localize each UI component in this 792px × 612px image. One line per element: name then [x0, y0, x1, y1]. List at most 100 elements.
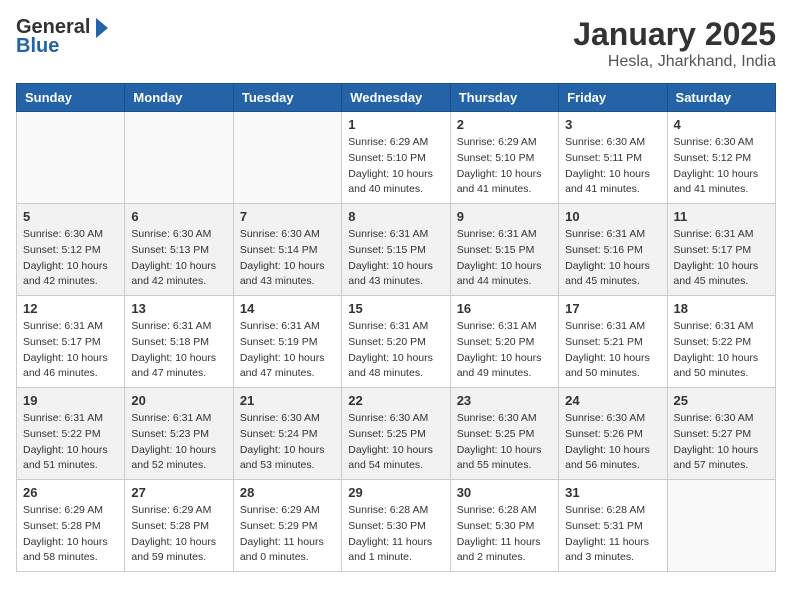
weekday-header-saturday: Saturday: [667, 84, 775, 112]
weekday-header-tuesday: Tuesday: [233, 84, 341, 112]
weekday-header-wednesday: Wednesday: [342, 84, 450, 112]
weekday-header-monday: Monday: [125, 84, 233, 112]
calendar-day-cell: 3 Sunrise: 6:30 AM Sunset: 5:11 PM Daylig…: [559, 112, 667, 204]
day-number: 22: [348, 393, 443, 408]
calendar-day-cell: 20 Sunrise: 6:31 AM Sunset: 5:23 PM Dayli…: [125, 388, 233, 480]
day-number: 10: [565, 209, 660, 224]
calendar-day-cell: 23Sunrise: 6:30 AM Sunset: 5:25 PM Dayli…: [450, 388, 558, 480]
calendar-day-cell: 10 Sunrise: 6:31 AM Sunset: 5:16 PM Dayli…: [559, 204, 667, 296]
month-title: January 2025: [573, 16, 776, 53]
day-number: 3: [565, 117, 660, 132]
calendar-day-cell: 7 Sunrise: 6:30 AM Sunset: 5:14 PM Daylig…: [233, 204, 341, 296]
calendar-table: SundayMondayTuesdayWednesdayThursdayFrid…: [16, 83, 776, 572]
calendar-day-cell: [233, 112, 341, 204]
day-number: 2: [457, 117, 552, 132]
day-info: Sunrise: 6:30 AM Sunset: 5:11 PM Dayligh…: [565, 135, 660, 198]
calendar-day-cell: 2 Sunrise: 6:29 AM Sunset: 5:10 PM Daylig…: [450, 112, 558, 204]
day-info: Sunrise: 6:31 AM Sunset: 5:19 PM Dayligh…: [240, 319, 335, 382]
calendar-day-cell: 30Sunrise: 6:28 AM Sunset: 5:30 PM Dayli…: [450, 480, 558, 572]
day-number: 11: [674, 209, 769, 224]
day-number: 31: [565, 485, 660, 500]
day-info: Sunrise: 6:29 AM Sunset: 5:29 PM Dayligh…: [240, 503, 335, 566]
day-info: Sunrise: 6:30 AM Sunset: 5:26 PM Dayligh…: [565, 411, 660, 474]
day-info: Sunrise: 6:29 AM Sunset: 5:28 PM Dayligh…: [131, 503, 226, 566]
calendar-week-row: 19 Sunrise: 6:31 AM Sunset: 5:22 PM Dayli…: [17, 388, 776, 480]
day-number: 15: [348, 301, 443, 316]
calendar-day-cell: 15Sunrise: 6:31 AM Sunset: 5:20 PM Dayli…: [342, 296, 450, 388]
calendar-day-cell: 8 Sunrise: 6:31 AM Sunset: 5:15 PM Daylig…: [342, 204, 450, 296]
day-info: Sunrise: 6:30 AM Sunset: 5:25 PM Dayligh…: [348, 411, 443, 474]
calendar-day-cell: 12 Sunrise: 6:31 AM Sunset: 5:17 PM Dayli…: [17, 296, 125, 388]
calendar-day-cell: 18Sunrise: 6:31 AM Sunset: 5:22 PM Dayli…: [667, 296, 775, 388]
calendar-day-cell: 13Sunrise: 6:31 AM Sunset: 5:18 PM Dayli…: [125, 296, 233, 388]
day-number: 19: [23, 393, 118, 408]
day-number: 1: [348, 117, 443, 132]
day-info: Sunrise: 6:30 AM Sunset: 5:12 PM Dayligh…: [23, 227, 118, 290]
day-number: 20: [131, 393, 226, 408]
calendar-day-cell: 1 Sunrise: 6:29 AM Sunset: 5:10 PM Daylig…: [342, 112, 450, 204]
day-number: 25: [674, 393, 769, 408]
day-info: Sunrise: 6:30 AM Sunset: 5:14 PM Dayligh…: [240, 227, 335, 290]
calendar-day-cell: 29 Sunrise: 6:28 AM Sunset: 5:30 PM Dayli…: [342, 480, 450, 572]
day-number: 17: [565, 301, 660, 316]
calendar-day-cell: 26 Sunrise: 6:29 AM Sunset: 5:28 PM Dayli…: [17, 480, 125, 572]
day-number: 23: [457, 393, 552, 408]
calendar-day-cell: 14 Sunrise: 6:31 AM Sunset: 5:19 PM Dayli…: [233, 296, 341, 388]
calendar-week-row: 26 Sunrise: 6:29 AM Sunset: 5:28 PM Dayli…: [17, 480, 776, 572]
day-info: Sunrise: 6:30 AM Sunset: 5:13 PM Dayligh…: [131, 227, 226, 290]
calendar-week-row: 12 Sunrise: 6:31 AM Sunset: 5:17 PM Dayli…: [17, 296, 776, 388]
day-info: Sunrise: 6:31 AM Sunset: 5:21 PM Dayligh…: [565, 319, 660, 382]
calendar-day-cell: 31 Sunrise: 6:28 AM Sunset: 5:31 PM Dayli…: [559, 480, 667, 572]
calendar-day-cell: 22 Sunrise: 6:30 AM Sunset: 5:25 PM Dayli…: [342, 388, 450, 480]
calendar-day-cell: 25 Sunrise: 6:30 AM Sunset: 5:27 PM Dayli…: [667, 388, 775, 480]
day-info: Sunrise: 6:31 AM Sunset: 5:15 PM Dayligh…: [348, 227, 443, 290]
day-info: Sunrise: 6:29 AM Sunset: 5:28 PM Dayligh…: [23, 503, 118, 566]
day-number: 4: [674, 117, 769, 132]
day-info: Sunrise: 6:31 AM Sunset: 5:22 PM Dayligh…: [23, 411, 118, 474]
calendar-day-cell: 6 Sunrise: 6:30 AM Sunset: 5:13 PM Daylig…: [125, 204, 233, 296]
logo-arrow-icon: [96, 18, 108, 38]
day-info: Sunrise: 6:30 AM Sunset: 5:27 PM Dayligh…: [674, 411, 769, 474]
calendar-day-cell: [125, 112, 233, 204]
day-info: Sunrise: 6:29 AM Sunset: 5:10 PM Dayligh…: [348, 135, 443, 198]
title-section: January 2025 Hesla, Jharkhand, India: [573, 16, 776, 71]
day-info: Sunrise: 6:28 AM Sunset: 5:31 PM Dayligh…: [565, 503, 660, 566]
day-info: Sunrise: 6:30 AM Sunset: 5:12 PM Dayligh…: [674, 135, 769, 198]
day-number: 27: [131, 485, 226, 500]
day-info: Sunrise: 6:31 AM Sunset: 5:23 PM Dayligh…: [131, 411, 226, 474]
logo: General Blue: [16, 16, 110, 58]
calendar-week-row: 1 Sunrise: 6:29 AM Sunset: 5:10 PM Daylig…: [17, 112, 776, 204]
day-number: 6: [131, 209, 226, 224]
day-info: Sunrise: 6:28 AM Sunset: 5:30 PM Dayligh…: [457, 503, 552, 566]
day-number: 24: [565, 393, 660, 408]
day-info: Sunrise: 6:29 AM Sunset: 5:10 PM Dayligh…: [457, 135, 552, 198]
day-info: Sunrise: 6:31 AM Sunset: 5:17 PM Dayligh…: [674, 227, 769, 290]
calendar-day-cell: 9Sunrise: 6:31 AM Sunset: 5:15 PM Daylig…: [450, 204, 558, 296]
day-number: 26: [23, 485, 118, 500]
calendar-day-cell: 24 Sunrise: 6:30 AM Sunset: 5:26 PM Dayli…: [559, 388, 667, 480]
calendar-day-cell: 21Sunrise: 6:30 AM Sunset: 5:24 PM Dayli…: [233, 388, 341, 480]
calendar-day-cell: 19 Sunrise: 6:31 AM Sunset: 5:22 PM Dayli…: [17, 388, 125, 480]
day-info: Sunrise: 6:31 AM Sunset: 5:17 PM Dayligh…: [23, 319, 118, 382]
calendar-week-row: 5Sunrise: 6:30 AM Sunset: 5:12 PM Daylig…: [17, 204, 776, 296]
calendar-day-cell: 4 Sunrise: 6:30 AM Sunset: 5:12 PM Daylig…: [667, 112, 775, 204]
day-number: 13: [131, 301, 226, 316]
day-number: 21: [240, 393, 335, 408]
day-info: Sunrise: 6:31 AM Sunset: 5:16 PM Dayligh…: [565, 227, 660, 290]
weekday-header-thursday: Thursday: [450, 84, 558, 112]
calendar-day-cell: 28Sunrise: 6:29 AM Sunset: 5:29 PM Dayli…: [233, 480, 341, 572]
day-number: 29: [348, 485, 443, 500]
day-number: 18: [674, 301, 769, 316]
day-number: 8: [348, 209, 443, 224]
day-number: 16: [457, 301, 552, 316]
calendar-day-cell: 27 Sunrise: 6:29 AM Sunset: 5:28 PM Dayli…: [125, 480, 233, 572]
weekday-header-friday: Friday: [559, 84, 667, 112]
location-title: Hesla, Jharkhand, India: [573, 53, 776, 71]
day-info: Sunrise: 6:31 AM Sunset: 5:20 PM Dayligh…: [457, 319, 552, 382]
day-number: 14: [240, 301, 335, 316]
day-info: Sunrise: 6:28 AM Sunset: 5:30 PM Dayligh…: [348, 503, 443, 566]
day-number: 12: [23, 301, 118, 316]
day-number: 7: [240, 209, 335, 224]
logo-blue-text: Blue: [16, 35, 59, 58]
day-info: Sunrise: 6:31 AM Sunset: 5:15 PM Dayligh…: [457, 227, 552, 290]
